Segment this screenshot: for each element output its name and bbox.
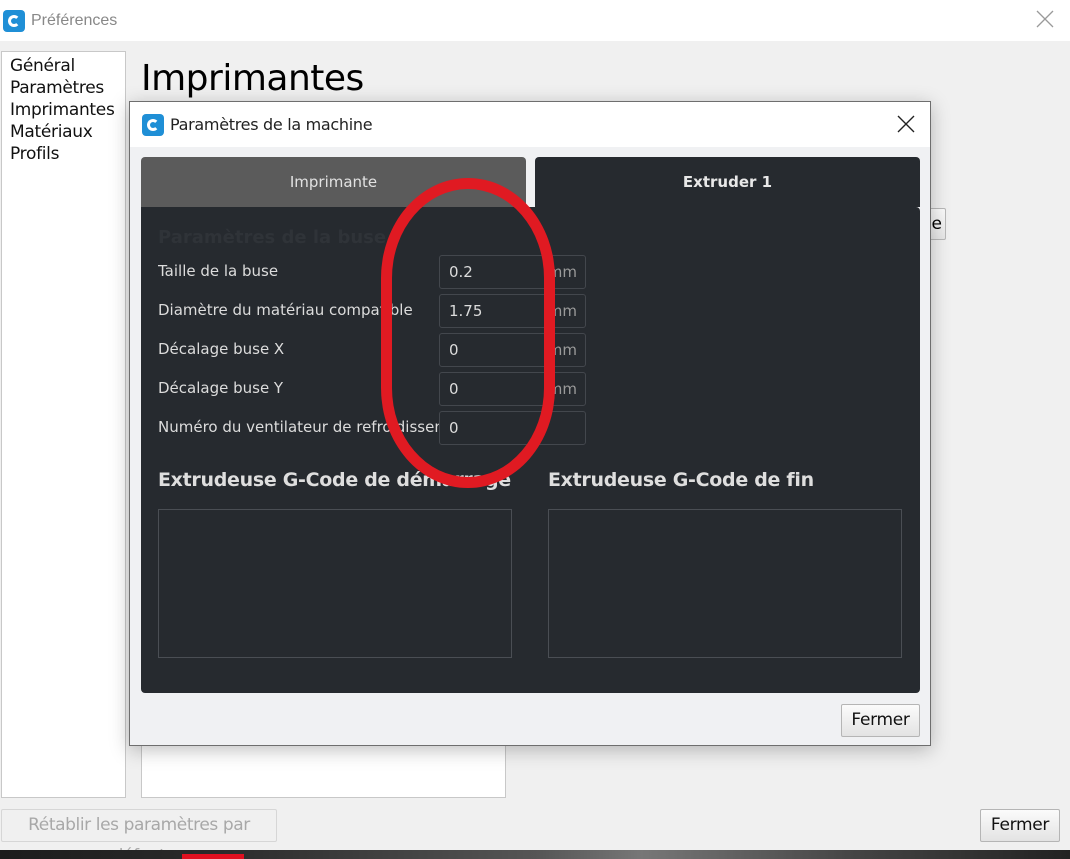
sidebar-item-general[interactable]: Général: [10, 55, 125, 77]
tab-extruder-1[interactable]: Extruder 1: [535, 157, 920, 207]
cooling-fan-number-label: Numéro du ventilateur de refroidissement: [158, 418, 439, 436]
window-titlebar: Préférences: [0, 0, 1070, 41]
start-gcode-editor[interactable]: [158, 509, 512, 658]
material-diameter-unit: mm: [547, 302, 577, 320]
start-gcode-title: Extrudeuse G-Code de démarrage: [158, 469, 511, 491]
end-gcode-editor[interactable]: [548, 509, 902, 658]
dialog-title: Paramètres de la machine: [170, 115, 373, 134]
nozzle-offset-x-label: Décalage buse X: [158, 340, 285, 358]
nozzle-offset-y-label: Décalage buse Y: [158, 379, 284, 397]
taskbar-app-indicator: [182, 854, 244, 859]
dialog-close-button[interactable]: Fermer: [841, 704, 920, 737]
end-gcode-title: Extrudeuse G-Code de fin: [548, 469, 814, 491]
cura-logo-icon: [3, 9, 25, 32]
nozzle-settings-heading: Paramètres de la buse: [158, 227, 387, 248]
desktop-taskbar: [0, 850, 1070, 859]
window-title: Préférences: [31, 11, 118, 29]
preferences-sidebar: Général Paramètres Imprimantes Matériaux…: [1, 51, 126, 798]
nozzle-offset-y-input[interactable]: 0 mm: [439, 372, 586, 406]
nozzle-offset-y-unit: mm: [547, 380, 577, 398]
nozzle-size-unit: mm: [547, 263, 577, 281]
printer-list[interactable]: [141, 740, 506, 798]
nozzle-size-value[interactable]: 0.2: [440, 263, 548, 281]
sidebar-item-profiles[interactable]: Profils: [10, 143, 125, 165]
material-diameter-value[interactable]: 1.75: [440, 302, 548, 320]
extruder-settings-panel: Paramètres de la buse Taille de la buse …: [141, 207, 920, 693]
material-diameter-input[interactable]: 1.75 mm: [439, 294, 586, 328]
close-icon[interactable]: [1034, 8, 1056, 30]
page-title: Imprimantes: [141, 58, 364, 99]
nozzle-offset-x-value[interactable]: 0: [440, 341, 548, 359]
reset-defaults-button[interactable]: Rétablir les paramètres par défaut: [1, 809, 277, 859]
preferences-close-button[interactable]: Fermer: [980, 809, 1060, 842]
sidebar-item-settings[interactable]: Paramètres: [10, 77, 125, 99]
sidebar-item-materials[interactable]: Matériaux: [10, 121, 125, 143]
cura-logo-icon: [142, 113, 164, 136]
nozzle-size-label: Taille de la buse: [158, 262, 279, 280]
nozzle-offset-y-value[interactable]: 0: [440, 380, 548, 398]
nozzle-offset-x-input[interactable]: 0 mm: [439, 333, 586, 367]
machine-settings-dialog: Paramètres de la machine Imprimante Extr…: [129, 101, 931, 746]
sidebar-item-printers[interactable]: Imprimantes: [10, 99, 125, 121]
tab-printer[interactable]: Imprimante: [141, 157, 526, 207]
nozzle-offset-x-unit: mm: [547, 341, 577, 359]
close-icon[interactable]: [896, 114, 916, 134]
cooling-fan-number-input[interactable]: 0: [439, 411, 586, 445]
nozzle-size-input[interactable]: 0.2 mm: [439, 255, 586, 289]
dialog-titlebar: Paramètres de la machine: [130, 102, 930, 147]
cooling-fan-number-value[interactable]: 0: [440, 419, 577, 437]
material-diameter-label: Diamètre du matériau compatible: [158, 301, 413, 319]
